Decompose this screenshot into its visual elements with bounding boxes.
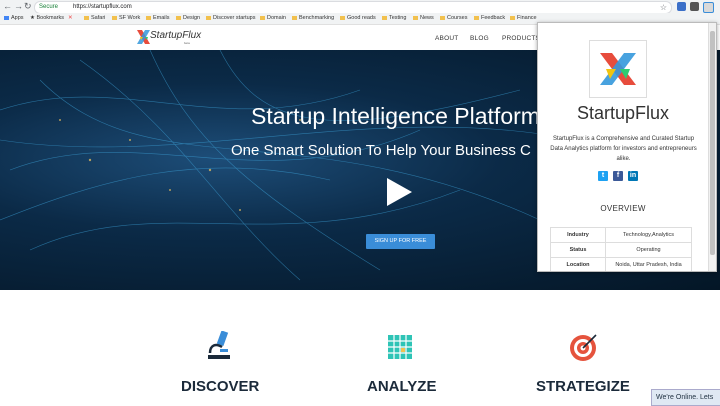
feature-discover-title: DISCOVER — [181, 378, 260, 395]
bookmark-item[interactable]: Testing — [382, 13, 406, 24]
extension-icon[interactable] — [690, 2, 699, 11]
startupflux-extension-icon[interactable] — [703, 2, 714, 13]
feature-analyze-title: ANALYZE — [367, 378, 437, 395]
bookmark-item[interactable]: SF Work — [112, 13, 140, 24]
logo-text[interactable]: StartupFlux — [150, 30, 201, 41]
bookmark-item[interactable]: News — [413, 13, 434, 24]
overview-value: Operating — [605, 242, 692, 258]
hero-title: Startup Intelligence Platform — [251, 103, 540, 129]
hero-subtitle: One Smart Solution To Help Your Business… — [231, 142, 531, 159]
bookmark-item[interactable]: Finance — [510, 13, 537, 24]
popup-description: StartupFlux is a Comprehensive and Curat… — [550, 136, 697, 162]
feature-strategize-title: STRATEGIZE — [536, 378, 630, 395]
twitter-icon[interactable]: t — [598, 171, 608, 181]
bookmark-item[interactable]: Safari — [84, 13, 105, 24]
startupflux-logo-icon — [600, 53, 636, 85]
scrollbar-thumb[interactable] — [710, 31, 715, 255]
overview-key: Status — [550, 242, 606, 258]
overview-key: Location — [550, 257, 606, 271]
nav-products[interactable]: PRODUCTS — [502, 35, 540, 42]
popup-title: StartupFlux — [576, 103, 670, 123]
bookmark-item[interactable]: Emails — [146, 13, 170, 24]
table-row: Industry Technology,Analytics — [550, 227, 692, 243]
bookmark-item[interactable]: ★ Bookmarks — [30, 13, 64, 24]
table-row: Location Noida, Uttar Pradesh, India — [550, 257, 692, 271]
microscope-icon — [208, 331, 230, 359]
secure-label: Secure — [39, 4, 59, 10]
bookmark-item[interactable]: Good reads — [340, 13, 376, 24]
nav-blog[interactable]: BLOG — [470, 35, 489, 42]
forward-icon[interactable]: → — [14, 1, 23, 12]
target-icon — [570, 334, 597, 361]
spreadsheet-icon — [388, 335, 412, 359]
bookmark-item[interactable]: Domain — [260, 13, 286, 24]
bookmark-star-icon[interactable]: ☆ — [660, 2, 667, 13]
startupflux-bookmark-icon[interactable]: ✕ — [68, 13, 73, 24]
url-text: https://startupflux.com — [73, 4, 132, 10]
extension-icon[interactable] — [677, 2, 686, 11]
popup-scrollbar[interactable] — [708, 23, 716, 271]
linkedin-icon[interactable]: in — [628, 171, 638, 181]
table-row: Status Operating — [550, 242, 692, 258]
bookmark-item[interactable]: Design — [176, 13, 200, 24]
reload-icon[interactable]: ↻ — [24, 1, 32, 12]
bookmark-item[interactable]: Discover startups — [206, 13, 256, 24]
browser-toolbar: ← → ↻ Secure https://startupflux.com ☆ — [0, 0, 720, 14]
play-video-icon[interactable] — [387, 178, 412, 206]
bookmark-item[interactable]: Benchmarking — [292, 13, 334, 24]
overview-heading: OVERVIEW — [600, 204, 646, 213]
nav-about[interactable]: ABOUT — [435, 35, 458, 42]
extension-popup: StartupFlux StartupFlux is a Comprehensi… — [537, 22, 717, 272]
bookmark-item[interactable]: Courses — [440, 13, 467, 24]
overview-table: Industry Technology,Analytics Status Ope… — [550, 227, 692, 271]
facebook-icon[interactable]: f — [613, 171, 623, 181]
overview-value: Noida, Uttar Pradesh, India — [605, 257, 692, 271]
startupflux-logo-icon[interactable] — [137, 29, 150, 45]
overview-key: Industry — [550, 227, 606, 243]
overview-value: Technology,Analytics — [605, 227, 692, 243]
popup-logo — [589, 40, 647, 98]
bookmark-item[interactable]: Apps — [4, 13, 24, 24]
bookmark-item[interactable]: Feedback — [474, 13, 505, 24]
signup-button[interactable]: SIGN UP FOR FREE — [366, 234, 435, 249]
chat-widget-button[interactable]: We're Online. Lets — [651, 389, 720, 406]
back-icon[interactable]: ← — [3, 1, 12, 12]
logo-subtext: beta — [184, 41, 190, 45]
